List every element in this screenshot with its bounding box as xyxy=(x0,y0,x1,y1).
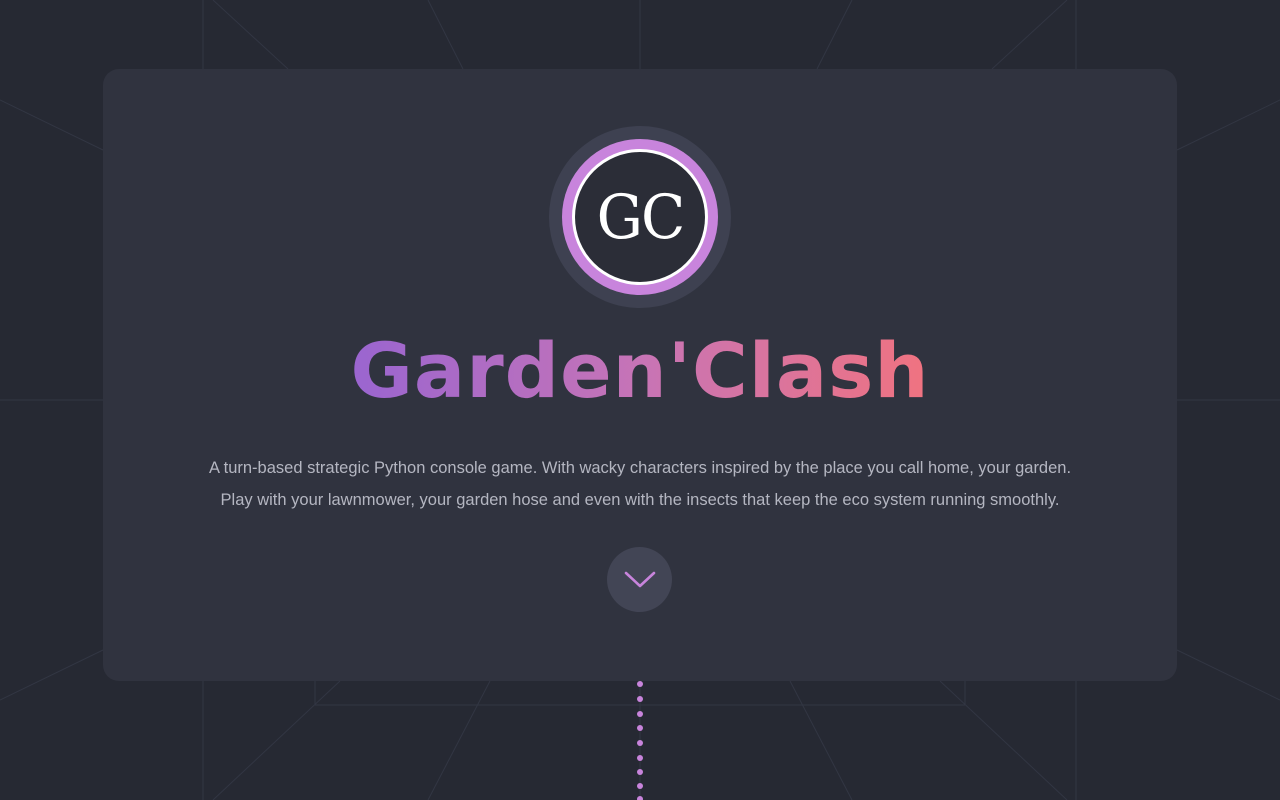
logo-text: GC xyxy=(596,181,686,253)
description-line-1: A turn-based strategic Python console ga… xyxy=(208,459,1072,477)
dotted-connector xyxy=(637,681,643,800)
scroll-down-button[interactable] xyxy=(607,547,672,612)
chevron-down-icon xyxy=(624,571,655,587)
hero-description: A turn-based strategic Python console ga… xyxy=(143,452,1137,516)
hero-card: GC Garden'Clash A turn-based strategic P… xyxy=(103,69,1177,681)
logo: GC xyxy=(549,126,731,308)
description-line-2: Play with your lawnmower, your garden ho… xyxy=(220,491,1060,509)
page-title: Garden'Clash xyxy=(350,326,930,415)
